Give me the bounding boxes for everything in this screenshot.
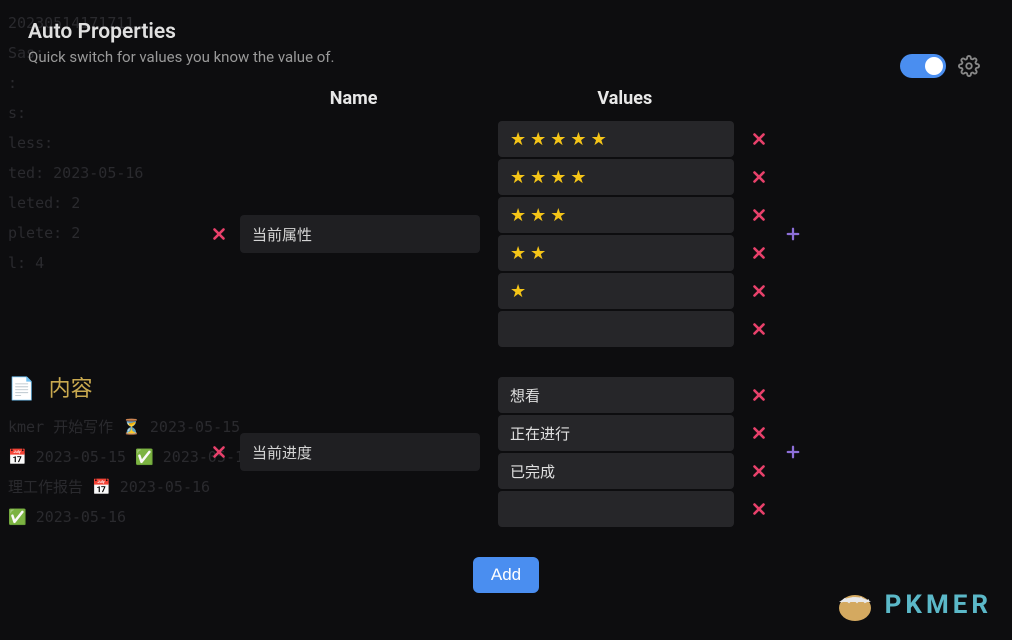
- pkmer-egg-icon: [835, 588, 875, 622]
- pkmer-logo: PKMER: [835, 588, 992, 622]
- page-title: Auto Properties: [28, 20, 984, 44]
- values-header: Values: [597, 88, 652, 109]
- add-value-button[interactable]: [782, 441, 804, 463]
- delete-value-button[interactable]: [748, 460, 770, 482]
- add-button[interactable]: Add: [473, 557, 539, 593]
- star-icon: ★: [530, 205, 546, 226]
- property-value-input[interactable]: [498, 311, 734, 347]
- property-name-input[interactable]: [240, 433, 480, 471]
- star-icon: ★: [570, 167, 586, 188]
- delete-value-button[interactable]: [748, 204, 770, 226]
- property-row: 想看正在进行已完成: [28, 377, 984, 527]
- star-icon: ★: [550, 205, 566, 226]
- delete-value-button[interactable]: [748, 242, 770, 264]
- property-value-input[interactable]: 想看: [498, 377, 734, 413]
- delete-value-button[interactable]: [748, 128, 770, 150]
- star-icon: ★: [570, 129, 586, 150]
- pkmer-text: PKMER: [885, 590, 992, 620]
- add-value-button[interactable]: [782, 223, 804, 245]
- star-icon: ★: [550, 129, 566, 150]
- property-value-input[interactable]: 正在进行: [498, 415, 734, 451]
- delete-value-button[interactable]: [748, 498, 770, 520]
- delete-value-button[interactable]: [748, 384, 770, 406]
- enable-toggle[interactable]: [900, 54, 946, 78]
- star-icon: ★: [530, 129, 546, 150]
- property-value-input[interactable]: 已完成: [498, 453, 734, 489]
- column-headers: Name Values: [28, 88, 984, 109]
- delete-value-button[interactable]: [748, 318, 770, 340]
- property-value-input[interactable]: [498, 491, 734, 527]
- star-icon: ★: [550, 167, 566, 188]
- property-value-input[interactable]: ★★★★: [498, 159, 734, 195]
- delete-value-button[interactable]: [748, 422, 770, 444]
- delete-property-button[interactable]: [208, 441, 230, 463]
- star-icon: ★: [510, 281, 526, 302]
- star-icon: ★: [510, 243, 526, 264]
- star-icon: ★: [510, 129, 526, 150]
- gear-icon[interactable]: [958, 55, 980, 77]
- property-value-input[interactable]: ★★★★★: [498, 121, 734, 157]
- star-icon: ★: [530, 243, 546, 264]
- star-icon: ★: [530, 167, 546, 188]
- property-row: ★★★★★★★★★★★★★★★: [28, 121, 984, 347]
- delete-property-button[interactable]: [208, 223, 230, 245]
- property-value-input[interactable]: ★: [498, 273, 734, 309]
- star-icon: ★: [510, 205, 526, 226]
- delete-value-button[interactable]: [748, 166, 770, 188]
- delete-value-button[interactable]: [748, 280, 770, 302]
- star-icon: ★: [591, 129, 607, 150]
- property-name-input[interactable]: [240, 215, 480, 253]
- property-value-input[interactable]: ★★: [498, 235, 734, 271]
- star-icon: ★: [510, 167, 526, 188]
- name-header: Name: [330, 88, 378, 109]
- property-value-input[interactable]: ★★★: [498, 197, 734, 233]
